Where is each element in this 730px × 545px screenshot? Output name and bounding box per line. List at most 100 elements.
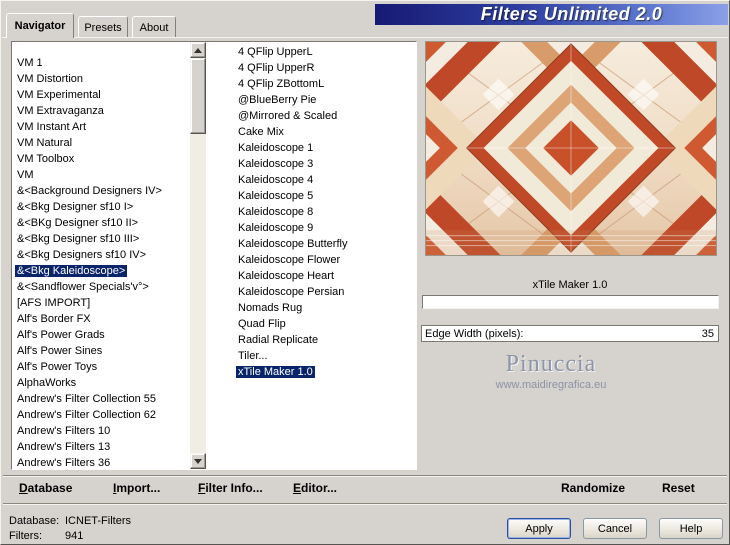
list-item[interactable]: Alf's Power Toys xyxy=(12,359,190,375)
list-item-label: VM Instant Art xyxy=(17,121,87,133)
list-item[interactable]: Kaleidoscope 9 xyxy=(233,220,417,236)
list-item[interactable]: Andrew's Filters 13 xyxy=(12,439,190,455)
list-item[interactable]: &<Sandflower Specials'v°> xyxy=(12,279,190,295)
list-item[interactable]: VM 1 xyxy=(12,55,190,71)
list-item[interactable]: Tiler... xyxy=(233,348,417,364)
cancel-button[interactable]: Cancel xyxy=(583,518,647,539)
list-item[interactable]: &<Bkg Kaleidoscope> xyxy=(12,263,190,279)
list-item[interactable]: VM Instant Art xyxy=(12,119,190,135)
list-item[interactable]: Kaleidoscope 5 xyxy=(233,188,417,204)
parameter-value: 35 xyxy=(701,327,714,340)
category-scrollbar[interactable] xyxy=(190,42,206,469)
database-button[interactable]: Database xyxy=(19,481,72,495)
list-item[interactable]: Radial Replicate xyxy=(233,332,417,348)
list-item[interactable]: Cake Mix xyxy=(233,124,417,140)
list-item[interactable]: 4 QFlip ZBottomL xyxy=(233,76,417,92)
list-item[interactable]: Nomads Rug xyxy=(233,300,417,316)
list-item[interactable]: Alf's Power Grads xyxy=(12,327,190,343)
list-item-label: Kaleidoscope Butterfly xyxy=(238,238,348,250)
editor-button[interactable]: Editor... xyxy=(293,481,337,495)
list-item-label: 4 QFlip UpperR xyxy=(238,62,315,74)
list-item[interactable]: Andrew's Filters 36 xyxy=(12,455,190,469)
list-item-label: Tiler... xyxy=(238,350,268,362)
list-item-label: 4 QFlip UpperL xyxy=(238,46,313,58)
import-button[interactable]: Import... xyxy=(113,481,160,495)
list-item[interactable]: Kaleidoscope Butterfly xyxy=(233,236,417,252)
list-item[interactable]: Kaleidoscope Persian xyxy=(233,284,417,300)
list-item[interactable]: &<Bkg Designers sf10 IV> xyxy=(12,247,190,263)
tab-navigator[interactable]: Navigator xyxy=(6,13,74,38)
list-item-label: Alf's Border FX xyxy=(17,313,91,325)
scrollbar-thumb[interactable] xyxy=(190,58,206,134)
parameter-row[interactable]: Edge Width (pixels): 35 xyxy=(421,325,719,342)
list-item-label: Andrew's Filters 10 xyxy=(17,425,111,437)
list-item-label: &<Sandflower Specials'v°> xyxy=(17,281,149,293)
list-item[interactable]: &<BKg Designer sf10 II> xyxy=(12,215,190,231)
list-item[interactable]: [AFS IMPORT] xyxy=(12,295,190,311)
apply-button[interactable]: Apply xyxy=(507,518,571,539)
list-item-label: VM xyxy=(17,169,34,181)
list-item-label: Quad Flip xyxy=(238,318,286,330)
list-item-label: VM 1 xyxy=(17,57,43,69)
list-item[interactable]: xTile Maker 1.0 xyxy=(233,364,417,380)
lists-panel: VM 1 VM Distortion VM Experimental VM Extra… xyxy=(11,41,417,470)
list-item[interactable]: 4 QFlip UpperR xyxy=(233,60,417,76)
list-item[interactable]: VM Distortion xyxy=(12,71,190,87)
list-item[interactable]: VM Toolbox xyxy=(12,151,190,167)
list-item[interactable]: AlphaWorks xyxy=(12,375,190,391)
randomize-button[interactable]: Randomize xyxy=(561,481,625,495)
list-item[interactable]: Kaleidoscope 8 xyxy=(233,204,417,220)
list-item-label: Nomads Rug xyxy=(238,302,303,314)
list-item[interactable]: Alf's Power Sines xyxy=(12,343,190,359)
list-item[interactable]: Andrew's Filter Collection 55 xyxy=(12,391,190,407)
list-item-label: Andrew's Filters 13 xyxy=(17,441,111,453)
list-item[interactable]: Kaleidoscope 1 xyxy=(233,140,417,156)
list-item[interactable]: &<Bkg Designer sf10 III> xyxy=(12,231,190,247)
list-item-label: Alf's Power Grads xyxy=(17,329,105,341)
list-item[interactable]: &<Background Designers IV> xyxy=(12,183,190,199)
list-item-label: &<Bkg Kaleidoscope> xyxy=(15,265,128,277)
tab-about[interactable]: About xyxy=(132,16,176,38)
scroll-down-button[interactable] xyxy=(190,453,206,469)
list-item[interactable]: Kaleidoscope Heart xyxy=(233,268,417,284)
list-item[interactable]: Andrew's Filter Collection 62 xyxy=(12,407,190,423)
list-item[interactable]: Kaleidoscope 4 xyxy=(233,172,417,188)
arrow-up-icon xyxy=(194,47,202,53)
list-item[interactable]: VM Natural xyxy=(12,135,190,151)
list-item[interactable]: Alf's Border FX xyxy=(12,311,190,327)
list-item-label: VM Toolbox xyxy=(17,153,75,165)
window-title: Filters Unlimited 2.0 xyxy=(480,4,663,24)
tab-about-label: About xyxy=(139,21,169,34)
help-button[interactable]: Help xyxy=(659,518,723,539)
list-item[interactable]: 4 QFlip UpperL xyxy=(233,44,417,60)
reset-button[interactable]: Reset xyxy=(662,481,695,495)
list-item[interactable]: VM Extravaganza xyxy=(12,103,190,119)
status-database: Database: ICNET-Filters xyxy=(9,515,131,527)
list-item[interactable]: VM Experimental xyxy=(12,87,190,103)
tab-navigator-label: Navigator xyxy=(14,20,66,32)
category-list: VM 1 VM Distortion VM Experimental VM Extra… xyxy=(12,42,190,469)
tab-presets[interactable]: Presets xyxy=(78,16,128,38)
help-button-label: Help xyxy=(679,522,703,535)
list-item[interactable]: Kaleidoscope 3 xyxy=(233,156,417,172)
list-item-label: Kaleidoscope 8 xyxy=(238,206,314,218)
list-item[interactable]: Andrew's Filters 10 xyxy=(12,423,190,439)
list-item-label: &<Bkg Designer sf10 I> xyxy=(17,201,134,213)
list-item[interactable]: Quad Flip xyxy=(233,316,417,332)
list-item-label: Kaleidoscope 5 xyxy=(238,190,314,202)
list-item[interactable]: @BlueBerry Pie xyxy=(233,92,417,108)
list-item[interactable]: VM xyxy=(12,167,190,183)
list-item[interactable]: @Mirrored & Scaled xyxy=(233,108,417,124)
list-item[interactable]: Kaleidoscope Flower xyxy=(233,252,417,268)
scroll-up-button[interactable] xyxy=(190,42,206,58)
list-item-label: Cake Mix xyxy=(238,126,284,138)
list-item-label: &<Bkg Designers sf10 IV> xyxy=(17,249,147,261)
preview-filter-name: xTile Maker 1.0 xyxy=(532,279,608,291)
list-item-label: Kaleidoscope Heart xyxy=(238,270,335,282)
list-item-label: AlphaWorks xyxy=(17,377,77,389)
status-database-label: Database: xyxy=(9,515,60,527)
preview-image xyxy=(425,41,717,256)
list-item[interactable]: &<Bkg Designer sf10 I> xyxy=(12,199,190,215)
filter-info-button[interactable]: Filter Info... xyxy=(198,481,263,495)
list-item-label: Kaleidoscope 4 xyxy=(238,174,314,186)
